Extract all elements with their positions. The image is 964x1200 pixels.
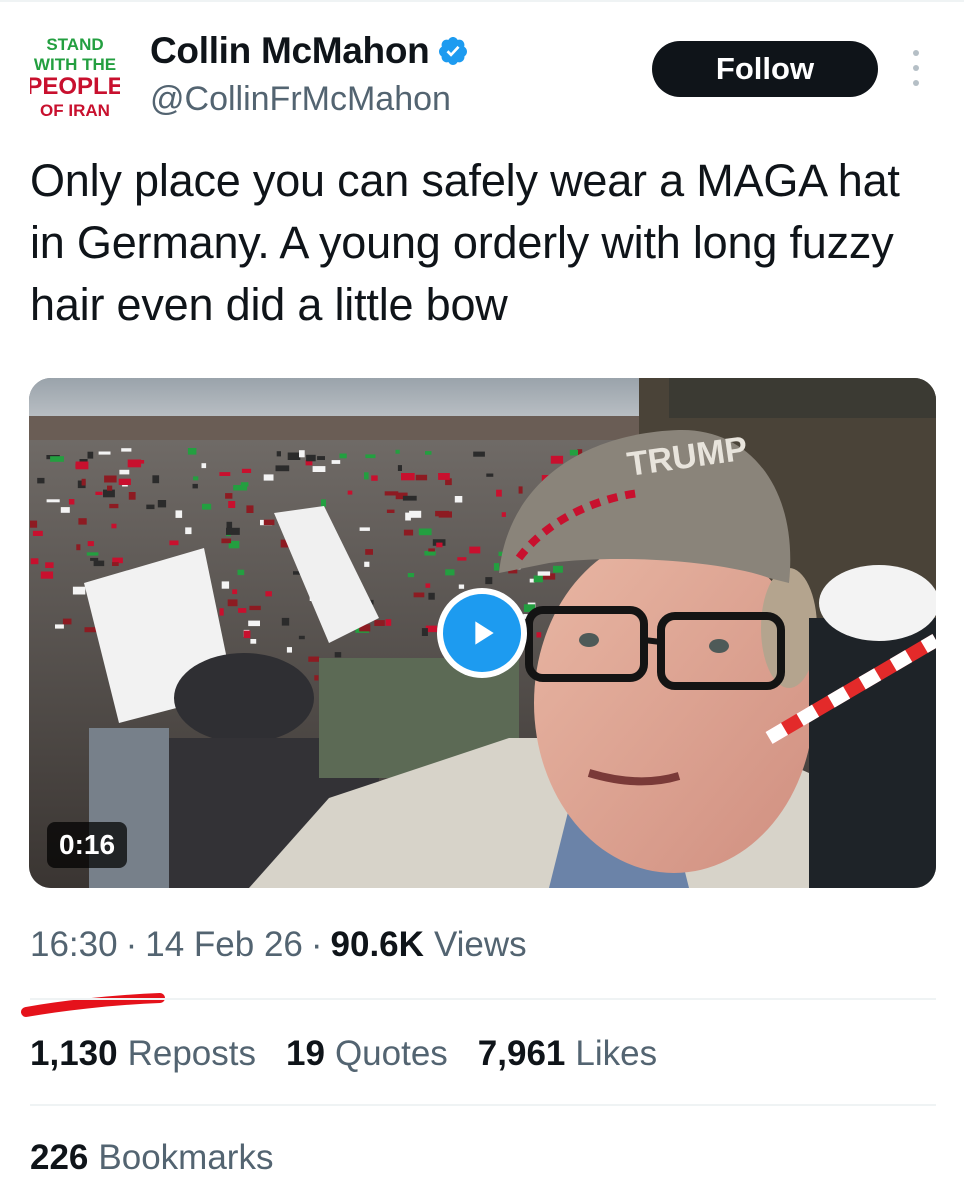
views-count[interactable]: 90.6K [331,925,424,965]
reposts-stat[interactable]: 1,130 Reposts [30,1034,256,1074]
avatar-text-line-4: OF IRAN [40,101,110,120]
tweet-timestamp-row: 16:30 · 14 Feb 26 · 90.6K Views [30,925,527,965]
avatar-text-line-2: WITH THE [34,55,116,74]
quotes-stat[interactable]: 19 Quotes [286,1034,448,1074]
bookmarks-stat[interactable]: 226 Bookmarks [30,1138,273,1178]
more-options-icon[interactable] [906,50,926,86]
divider [30,998,936,1000]
divider [30,1104,936,1106]
engagement-stats: 1,130 Reposts 19 Quotes 7,961 Likes [30,1034,687,1074]
tweet-time[interactable]: 16:30 [30,925,118,965]
bookmarks-label: Bookmarks [98,1138,274,1177]
views-label: Views [433,925,527,964]
avatar[interactable]: STAND WITH THE PEOPLE OF IRAN [30,32,120,122]
bookmarks-count: 226 [30,1138,89,1177]
likes-count: 7,961 [477,1034,566,1073]
video-duration-badge: 0:16 [47,822,128,868]
author-handle[interactable]: @CollinFrMcMahon [150,80,451,119]
avatar-logo: STAND WITH THE PEOPLE OF IRAN [30,32,120,122]
video-player[interactable]: TRUMP 0:16 [29,378,936,888]
reposts-count: 1,130 [30,1034,118,1073]
verified-badge-icon [437,35,469,67]
play-icon [443,594,521,672]
author-name-row[interactable]: Collin McMahon [150,30,469,72]
meta-separator: · [310,925,323,964]
avatar-text-line-3: PEOPLE [30,73,120,100]
tweet-text: Only place you can safely wear a MAGA ha… [30,155,900,330]
author-display-name[interactable]: Collin McMahon [150,30,430,72]
avatar-text-line-1: STAND [46,35,103,54]
play-button[interactable] [437,588,527,678]
likes-stat[interactable]: 7,961 Likes [478,1034,657,1074]
likes-label: Likes [575,1034,658,1073]
tweet-date[interactable]: 14 Feb 26 [145,925,303,965]
top-divider [0,0,964,2]
meta-separator: · [125,925,138,964]
red-underline-annotation [21,993,165,1017]
reposts-label: Reposts [127,1034,256,1073]
follow-button[interactable]: Follow [652,41,878,97]
quotes-label: Quotes [334,1034,448,1073]
quotes-count: 19 [286,1034,325,1073]
